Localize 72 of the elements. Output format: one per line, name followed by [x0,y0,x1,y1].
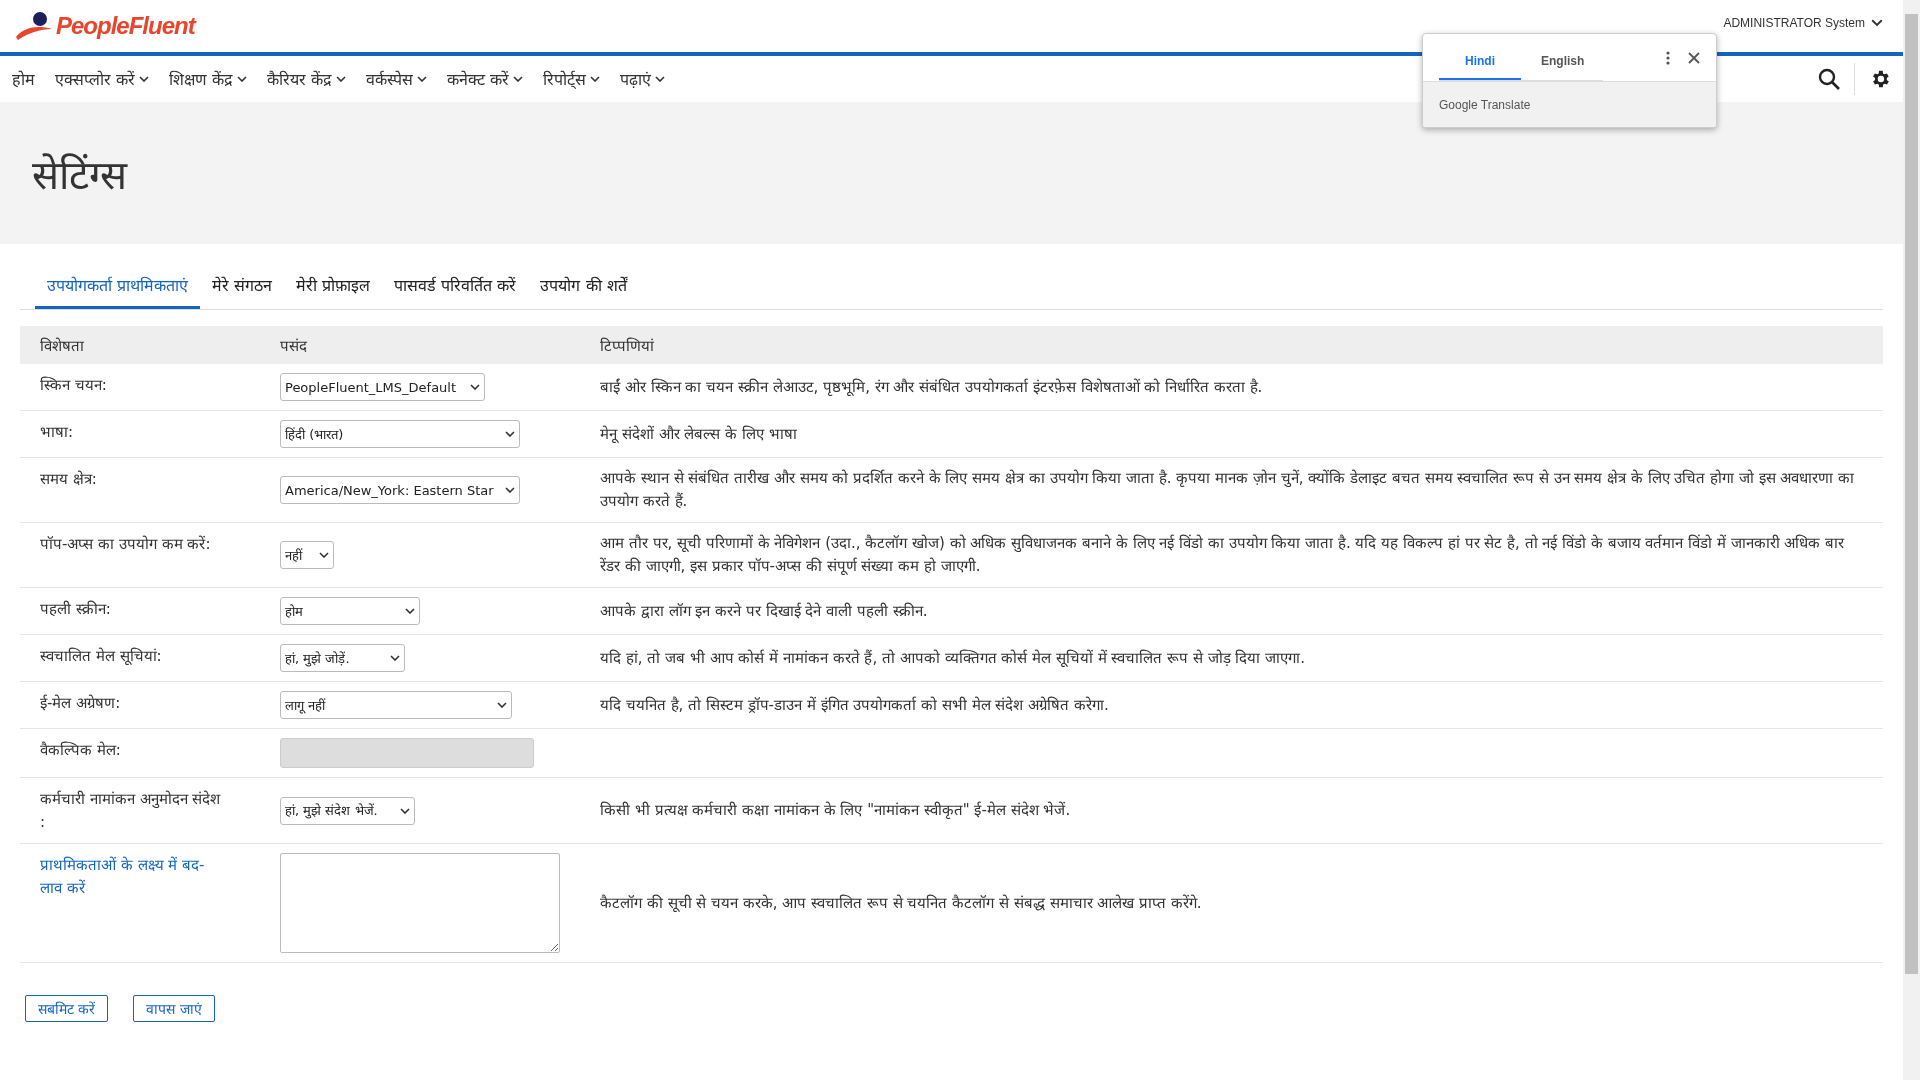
caret-icon [505,431,515,437]
setting-label: कर्मचारी नामांकन अनुमोदन संदेश [40,789,221,810]
caret-icon [400,807,410,814]
dropdown[interactable]: PeopleFluent_LMS_Default [280,373,485,401]
dropdown[interactable]: हां, मुझे संदेश भेजें. [280,796,415,825]
dropdown[interactable]: हां, मुझे जोड़ें. [280,644,405,672]
caret-icon [590,76,601,82]
caret-icon [655,76,666,82]
user-menu[interactable]: ADMINISTRATOR System [1717,15,1889,31]
language-tab[interactable]: English [1521,44,1603,80]
nav-menu-item[interactable]: कनेक्ट करें [447,68,524,90]
scrollbar[interactable] [1903,0,1920,1080]
nav-menu-item[interactable]: कैरियर केंद्र [267,68,347,90]
tab[interactable]: उपयोगकर्ता प्राथमिकताएं [35,264,201,309]
caret-icon [1871,19,1883,27]
comment-text: आपके द्वारा लॉग इन करने पर दिखाई देने वाली पहली स्क्रीन. [600,601,928,620]
tab[interactable]: उपयोग की शर्तें [528,264,639,309]
caret-icon [405,608,415,614]
caret-icon [497,702,507,708]
nav-menu-item[interactable]: शिक्षण केंद्र [169,68,248,90]
dropdown[interactable]: लागू नहीं [280,691,512,719]
setting-label: भाषा: [40,422,74,443]
setting-label: ई-मेल अग्रेषण: [40,693,121,714]
search-icon[interactable] [1818,68,1840,90]
setting-label: समय क्षेत्र: [40,469,97,490]
caret-icon [513,76,524,82]
setting-link[interactable]: प्राथमिकताओं के लक्ष्य में बद-लाव करें [40,854,225,900]
translate-brand: Google Translate [1439,97,1531,112]
logo-text: PeopleFluent [56,12,195,40]
nav-menu-item[interactable]: एक्सप्लोर करें [55,68,150,90]
tab[interactable]: पासवर्ड परिवर्तित करें [382,264,529,309]
column-header: पसंद [260,326,580,364]
nav-menu-item[interactable]: पढ़ाएं [620,68,666,90]
setting-label: वैकल्पिक मेल: [40,740,121,761]
page-title: सेटिंग्स [32,150,127,200]
dropdown[interactable]: हिंदी (भारत) [280,420,520,448]
close-icon[interactable] [1688,51,1700,64]
comment-text: यदि चयनित है, तो सिस्टम ड्रॉप-डाउन में इंगित उपयोगकर्ता को सभी मेल संदेश अग्रेषित करेगा. [600,695,1109,714]
language-tab[interactable]: Hindi [1439,44,1521,80]
caret-icon [139,76,150,82]
setting-label: स्किन चयन: [40,375,107,396]
column-header: टिप्पणियां [580,326,1883,364]
comment-text: मेनू संदेशों और लेबल्स के लिए भाषा [600,424,797,443]
comment-text: बाईं ओर स्किन का चयन स्क्रीन लेआउट, पृष्ठभूमि, रंग और संबंधित उपयोगकर्ता इंटरफ़ेस विशेषताओं को निर्धारित करता है. [600,377,1263,396]
caret-icon [237,76,248,82]
action-button[interactable]: वापस जाएं [133,995,215,1022]
caret-icon [336,76,347,82]
comment-text: आम तौर पर, सूची परिणामों के नेविगेशन (उदा., कैटलॉग खोज) को अधिक सुविधाजनक बनाने के लिए नई विंडो का उपयोग किया जाता है. यदि यह विकल्प हां पर सेट है, तो नई विंडो के बजाय वर्तमान विंडो में जानकारी अधिक बार रेंडर की जाएगी, इस प्रकार पॉप-अप्स की संपूर्ण संख्या कम हो जाएगी. [600,534,1845,575]
tab[interactable]: मेरे संगठन [200,264,285,309]
setting-label: स्वचालित मेल सूचियां: [40,646,162,667]
nav-menu-item[interactable]: रिपोर्ट्स [543,68,601,90]
more-options-icon[interactable] [1666,50,1670,65]
caret-icon [319,552,329,558]
caret-icon [505,487,515,493]
comment-text: किसी भी प्रत्यक्ष कर्मचारी कक्षा नामांकन के लिए "नामांकन स्वीकृत" ई-मेल संदेश भेजें. [600,801,1071,819]
nav-menu-item[interactable]: होम [12,68,35,90]
label-colon: : [40,812,46,833]
comment-text: आपके स्थान से संबंधित तारीख और समय को प्रदर्शित करने के लिए समय क्षेत्र का उपयोग किया जाता है. कृपया मानक ज़ोन चुनें, क्योंकि डेलाइट बचत समय स्वचालित रूप से उन समय क्षेत्र के लिए उचित होगा जो इस अवधारणा का उपयोग करते हैं. [600,469,1855,510]
dropdown[interactable]: नहीं [280,541,334,569]
caret-icon [470,384,480,390]
setting-label: पॉप-अप्स का उपयोग कम करें: [40,534,211,555]
dropdown[interactable]: होम [280,597,420,625]
tab[interactable]: मेरी प्रोफ़ाइल [284,264,383,309]
action-button[interactable]: सबमिट करें [25,995,109,1022]
comment-text: कैटलॉग की सूची से चयन करके, आप स्वचालित रूप से चयनित कैटलॉग से संबद्ध समाचार आलेख प्राप्त करेंगे. [600,893,1202,912]
setting-label: पहली स्क्रीन: [40,599,111,620]
caret-icon [390,655,400,661]
comment-text: यदि हां, तो जब भी आप कोर्स में नामांकन करते हैं, तो आपको व्यक्तिगत कोर्स मेल सूचियों में स्वचालित रूप से जोड़ दिया जाएगा. [600,648,1305,667]
nav-menu-item[interactable]: वर्कस्पेस [366,68,428,90]
dropdown[interactable]: America/New_York: Eastern Star [280,476,520,504]
column-header: विशेषता [20,326,260,364]
caret-icon [417,76,428,82]
